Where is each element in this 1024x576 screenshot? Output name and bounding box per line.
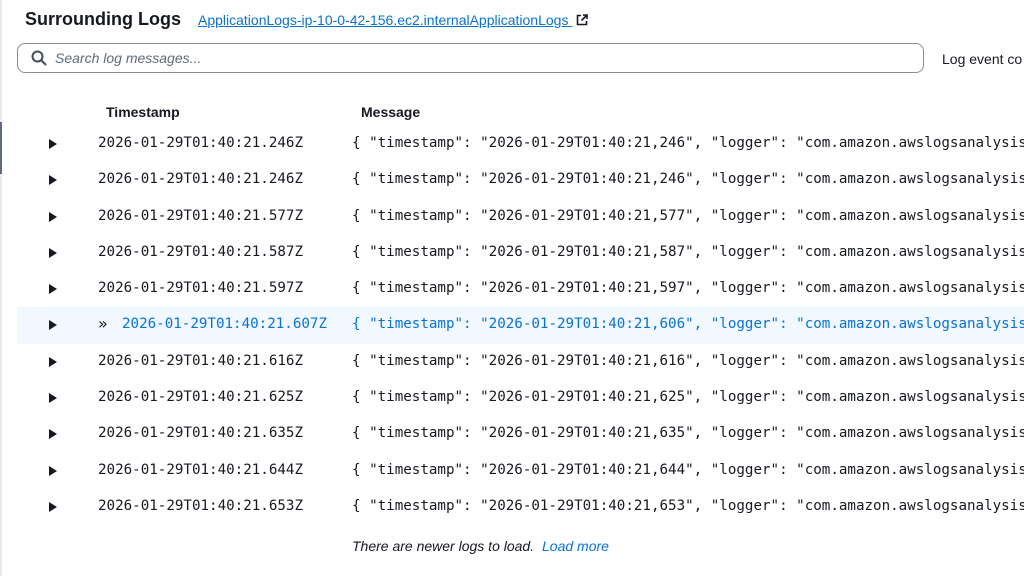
log-timestamp: 2026-01-29T01:40:21.625Z [98, 389, 303, 406]
expand-caret-icon[interactable] [49, 320, 57, 331]
log-timestamp: 2026-01-29T01:40:21.653Z [98, 497, 303, 514]
log-row[interactable]: 2026-01-29T01:40:21.577Z { "timestamp": "… [0, 199, 1024, 235]
log-timestamp: 2026-01-29T01:40:21.246Z [98, 171, 303, 188]
expand-caret-icon[interactable] [49, 284, 57, 295]
log-row[interactable]: 2026-01-29T01:40:21.246Z { "timestamp": "… [0, 162, 1024, 198]
column-header-timestamp[interactable]: Timestamp [106, 104, 180, 120]
newer-logs-notice: There are newer logs to load. [352, 538, 535, 554]
log-message: { "timestamp": "2026-01-29T01:40:21,597"… [352, 280, 1024, 297]
log-row[interactable]: 2026-01-29T01:40:21.625Z { "timestamp": "… [0, 380, 1024, 416]
log-message: { "timestamp": "2026-01-29T01:40:21,653"… [352, 497, 1024, 514]
search-input[interactable] [55, 50, 895, 66]
log-row[interactable]: 2026-01-29T01:40:21.653Z { "timestamp": "… [0, 489, 1024, 525]
expand-caret-icon[interactable] [49, 393, 57, 404]
expand-caret-icon[interactable] [49, 247, 57, 258]
log-row[interactable]: 2026-01-29T01:40:21.644Z { "timestamp": "… [0, 453, 1024, 489]
log-group-link-label: ApplicationLogs-ip-10-0-42-156.ec2.inter… [197, 12, 569, 28]
log-timestamp: 2026-01-29T01:40:21.635Z [98, 425, 303, 442]
log-row[interactable]: 2026-01-29T01:40:21.616Z { "timestamp": "… [0, 344, 1024, 380]
log-group-link[interactable]: ApplicationLogs-ip-10-0-42-156.ec2.inter… [197, 12, 589, 28]
log-timestamp: 2026-01-29T01:40:21.577Z [98, 207, 303, 224]
expand-caret-icon[interactable] [49, 356, 57, 367]
load-more-footer: There are newer logs to load. Load more [352, 538, 609, 554]
log-timestamp: 2026-01-29T01:40:21.607Z [122, 316, 327, 333]
panel-title: Surrounding Logs [25, 9, 181, 29]
log-message: { "timestamp": "2026-01-29T01:40:21,587"… [352, 243, 1024, 260]
surrounding-logs-panel: Surrounding Logs ApplicationLogs-ip-10-0… [0, 0, 1024, 576]
log-timestamp: 2026-01-29T01:40:21.644Z [98, 461, 303, 478]
expand-caret-icon[interactable] [49, 501, 57, 512]
log-message: { "timestamp": "2026-01-29T01:40:21,625"… [352, 389, 1024, 406]
log-timestamp: 2026-01-29T01:40:21.597Z [98, 280, 303, 297]
expand-caret-icon[interactable] [49, 465, 57, 476]
log-message: { "timestamp": "2026-01-29T01:40:21,635"… [352, 425, 1024, 442]
log-message: { "timestamp": "2026-01-29T01:40:21,246"… [352, 135, 1024, 151]
expand-caret-icon[interactable] [49, 139, 57, 149]
log-message: { "timestamp": "2026-01-29T01:40:21,616"… [352, 352, 1024, 369]
search-field[interactable] [17, 43, 924, 73]
log-events-table: 2026-01-29T01:40:21.246Z { "timestamp": "… [0, 126, 1024, 525]
log-message: { "timestamp": "2026-01-29T01:40:21,577"… [352, 207, 1024, 224]
expand-caret-icon[interactable] [49, 429, 57, 440]
log-row-selected[interactable]: » 2026-01-29T01:40:21.607Z { "timestamp": … [17, 307, 1024, 344]
external-link-icon [577, 14, 589, 26]
log-message: { "timestamp": "2026-01-29T01:40:21,644"… [352, 461, 1024, 478]
log-message: { "timestamp": "2026-01-29T01:40:21,606"… [352, 316, 1024, 333]
log-timestamp: 2026-01-29T01:40:21.587Z [98, 243, 303, 260]
current-event-marker-icon: » [98, 314, 108, 334]
log-timestamp: 2026-01-29T01:40:21.616Z [98, 352, 303, 369]
expand-caret-icon[interactable] [49, 211, 57, 222]
log-message: { "timestamp": "2026-01-29T01:40:21,246"… [352, 171, 1024, 188]
column-header-message[interactable]: Message [361, 104, 420, 120]
log-row[interactable]: 2026-01-29T01:40:21.587Z { "timestamp": "… [0, 235, 1024, 271]
log-row[interactable]: 2026-01-29T01:40:21.635Z { "timestamp": "… [0, 416, 1024, 452]
expand-caret-icon[interactable] [49, 175, 57, 186]
log-event-count-label: Log event co [942, 51, 1023, 67]
search-icon [31, 50, 47, 66]
log-row[interactable]: 2026-01-29T01:40:21.246Z { "timestamp": "… [0, 126, 1024, 162]
panel-header: Surrounding Logs ApplicationLogs-ip-10-0… [25, 9, 589, 30]
log-row[interactable]: 2026-01-29T01:40:21.597Z { "timestamp": "… [0, 271, 1024, 307]
log-timestamp: 2026-01-29T01:40:21.246Z [98, 135, 303, 151]
load-more-link[interactable]: Load more [542, 538, 609, 554]
